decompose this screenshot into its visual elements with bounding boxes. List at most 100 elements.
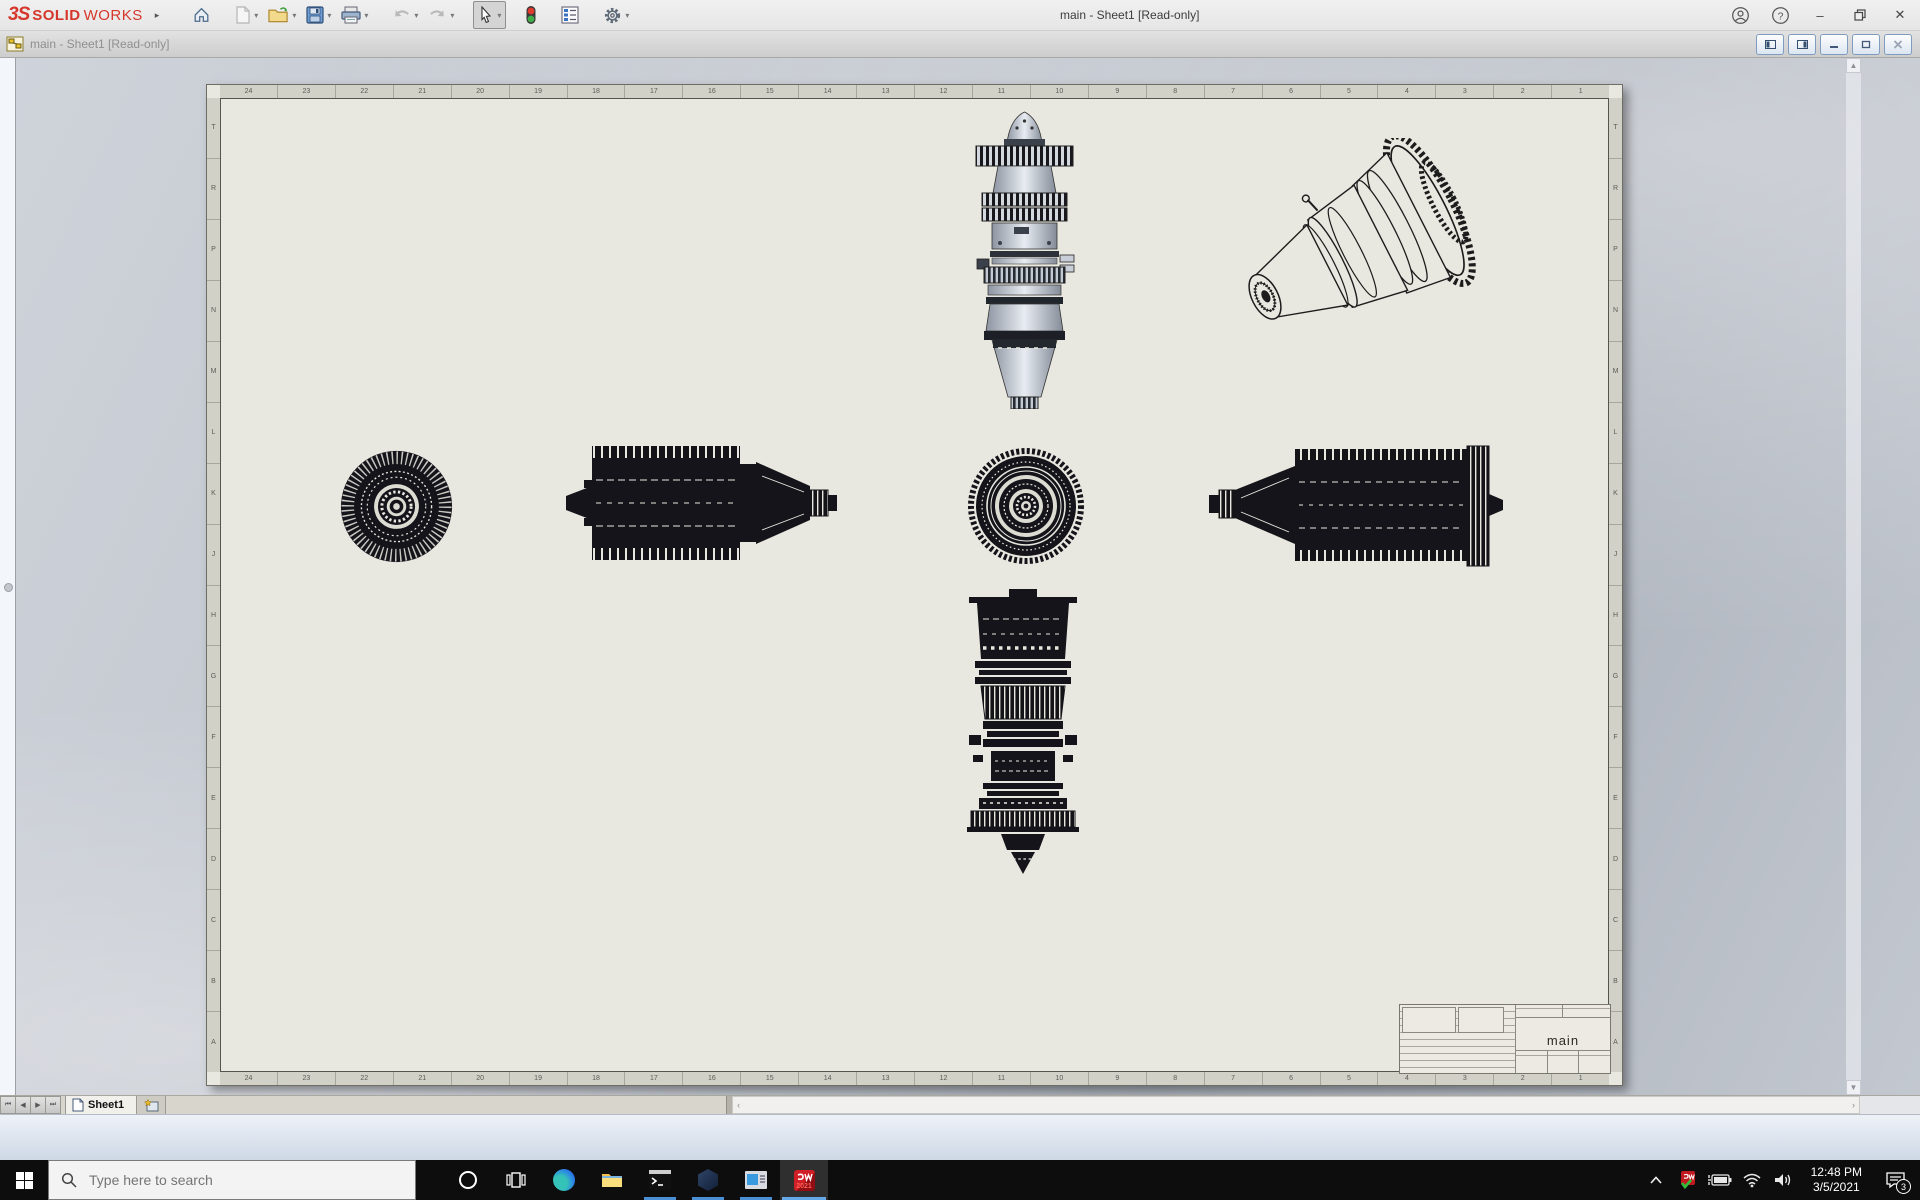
zone-label: 13 [857,1072,916,1085]
zone-label: N [207,281,220,342]
undo-button[interactable]: ▾ [387,1,423,29]
zone-label: M [1609,342,1622,403]
zone-label: L [207,403,220,464]
display-report-button[interactable] [556,1,584,29]
display-app-icon [745,1171,767,1189]
feature-manager-collapsed-panel[interactable] [0,58,16,1095]
command-prompt-button[interactable] [636,1160,684,1200]
zone-label: 18 [568,1072,626,1085]
vertical-scrollbar[interactable]: ▲ ▼ [1846,58,1861,1095]
last-sheet-button[interactable]: ⏭ [46,1096,61,1114]
redo-dropdown-icon[interactable]: ▾ [450,11,454,20]
pane-left-icon [1764,40,1776,49]
doc-minimize-button[interactable] [1820,34,1848,55]
save-button[interactable]: ▾ [301,1,336,29]
taskbar-search[interactable] [48,1160,416,1200]
horizontal-scrollbar[interactable]: ‹ › [732,1096,1860,1114]
open-icon [268,7,288,23]
cortana-button[interactable] [444,1160,492,1200]
scroll-up-icon[interactable]: ▲ [1846,58,1861,73]
scroll-left-icon[interactable]: ‹ [737,1100,740,1110]
undo-dropdown-icon[interactable]: ▾ [414,11,418,20]
isometric-view[interactable] [1232,138,1487,363]
zone-label: 2 [1494,85,1553,98]
save-dropdown-icon[interactable]: ▾ [327,11,331,20]
next-sheet-button[interactable]: ▶ [31,1096,46,1114]
open-dropdown-icon[interactable]: ▾ [292,11,296,20]
solidworks-check-icon [1680,1171,1695,1190]
minimize-button[interactable]: – [1800,0,1840,30]
battery-tray-button[interactable] [1707,1160,1733,1200]
side-view-right[interactable] [1207,442,1507,570]
bottom-view[interactable] [961,587,1085,885]
graphics-area[interactable]: 24 23 22 21 20 19 18 17 16 15 14 13 12 11 10 9 8 7 6 5 4 3 2 1 … [0,58,1920,1095]
select-dropdown-icon[interactable]: ▾ [497,11,501,20]
scroll-right-icon[interactable]: › [1852,1100,1855,1110]
previous-sheet-button[interactable]: ◀ [16,1096,31,1114]
redo-button[interactable]: ▾ [423,1,459,29]
options-button[interactable]: ▾ [598,1,634,29]
side-view-left[interactable] [564,436,859,570]
volume-tray-button[interactable] [1771,1160,1797,1200]
add-sheet-button[interactable] [137,1096,167,1114]
doc-minimize-icon [1830,46,1838,48]
edge-button[interactable] [540,1160,588,1200]
scrollbar-corner [1860,1096,1920,1114]
zone-label: 8 [1147,1072,1205,1085]
add-sheet-icon [143,1098,159,1111]
home-button[interactable] [187,1,216,29]
solidworks-taskbar-button[interactable]: 2021 [780,1160,828,1200]
select-tool-button[interactable]: ▾ [473,1,507,29]
doc-restore-button[interactable] [1852,34,1880,55]
account-button[interactable] [1720,0,1760,30]
first-sheet-button[interactable]: ⏮ [0,1096,16,1114]
zone-label: T [1609,98,1622,159]
zone-label: 4 [1378,85,1437,98]
zone-label: G [1609,646,1622,708]
brand-light: WORKS [83,7,143,24]
brand-expand-arrow-icon[interactable]: ▸ [155,10,160,21]
new-document-button[interactable]: ▾ [230,1,263,29]
status-bar [0,1114,1920,1161]
pane-left-button[interactable] [1756,34,1784,55]
front-view-shaded[interactable] [962,109,1087,409]
zone-label: F [207,707,220,769]
rear-circular-view[interactable] [967,447,1085,565]
restore-button[interactable] [1840,0,1880,30]
new-document-icon [236,6,250,24]
zone-label: 12 [915,85,973,98]
start-button[interactable] [0,1160,48,1200]
tray-clock[interactable]: 12:48 PM 3/5/2021 [1803,1165,1870,1195]
rebuild-button[interactable] [520,1,542,29]
task-view-button[interactable] [492,1160,540,1200]
action-center-button[interactable]: 3 [1876,1160,1914,1200]
wifi-tray-button[interactable] [1739,1160,1765,1200]
open-button[interactable]: ▾ [263,1,301,29]
help-button[interactable]: ? [1760,0,1800,30]
new-document-dropdown-icon[interactable]: ▾ [254,11,258,20]
zone-label: 17 [625,85,684,98]
display-app-button[interactable] [732,1160,780,1200]
panel-expand-handle-icon[interactable] [4,583,13,592]
tray-chevron-button[interactable] [1643,1160,1669,1200]
file-explorer-button[interactable] [588,1160,636,1200]
scroll-down-icon[interactable]: ▼ [1846,1080,1861,1095]
left-fan-view[interactable] [338,448,455,565]
pane-right-button[interactable] [1788,34,1816,55]
drawing-sheet[interactable]: 24 23 22 21 20 19 18 17 16 15 14 13 12 11 10 9 8 7 6 5 4 3 2 1 … [206,84,1623,1086]
tab-sheet1[interactable]: Sheet1 [65,1096,138,1114]
print-dropdown-icon[interactable]: ▾ [364,11,368,20]
zone-label: R [1609,159,1622,220]
doc-close-button[interactable] [1884,34,1912,55]
select-cursor-icon [481,6,492,24]
zone-label: 6 [1263,1072,1321,1085]
hexagon-app-button[interactable] [684,1160,732,1200]
close-button[interactable]: ✕ [1880,0,1920,30]
solidworks-monitor-tray-button[interactable] [1675,1160,1701,1200]
notification-count-badge: 3 [1896,1179,1911,1194]
zone-label: K [1609,464,1622,525]
search-input[interactable] [87,1171,331,1189]
zone-ruler-top: 24 23 22 21 20 19 18 17 16 15 14 13 12 11 10 9 8 7 6 5 4 3 2 1 [220,85,1609,99]
print-button[interactable]: ▾ [336,1,373,29]
options-dropdown-icon[interactable]: ▾ [625,11,629,20]
